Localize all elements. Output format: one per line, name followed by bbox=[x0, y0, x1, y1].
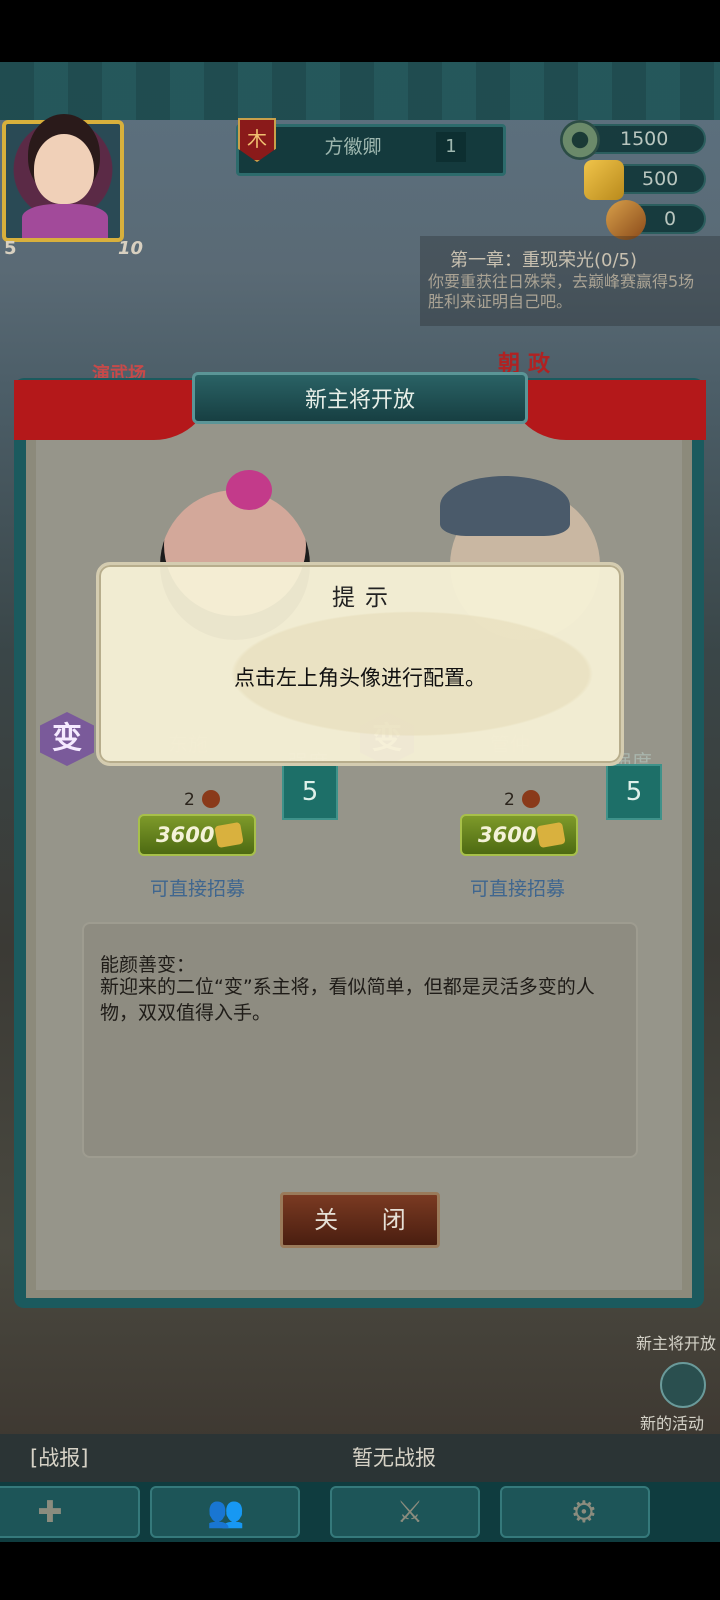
tip-title: 提示 bbox=[332, 585, 398, 611]
tip-message: 点击左上角头像进行配置。 bbox=[234, 666, 486, 690]
status-bar bbox=[0, 0, 720, 62]
overlay-dim bbox=[0, 62, 720, 1542]
system-nav-area bbox=[0, 1542, 720, 1600]
